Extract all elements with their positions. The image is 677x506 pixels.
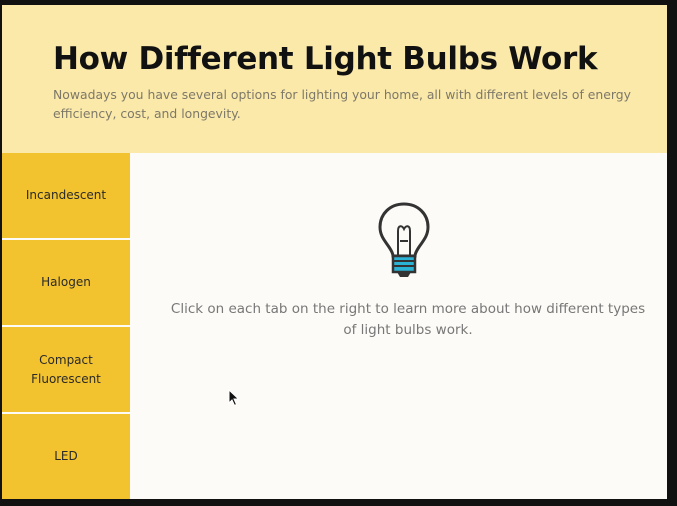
tab-halogen[interactable]: Halogen bbox=[2, 240, 130, 325]
page-title: How Different Light Bulbs Work bbox=[53, 41, 598, 77]
tab-label: Compact Fluorescent bbox=[31, 352, 101, 386]
tab-list: Incandescent Halogen Compact Fluorescent… bbox=[2, 153, 130, 499]
tab-led[interactable]: LED bbox=[2, 414, 130, 499]
tab-label: LED bbox=[54, 449, 78, 463]
tab-label: Halogen bbox=[41, 275, 91, 289]
lesson-card: How Different Light Bulbs Work Nowadays … bbox=[2, 5, 667, 499]
content-panel: Click on each tab on the right to learn … bbox=[130, 153, 667, 499]
window-frame: How Different Light Bulbs Work Nowadays … bbox=[0, 0, 677, 506]
header: How Different Light Bulbs Work Nowadays … bbox=[2, 5, 667, 153]
tab-compact-fluorescent[interactable]: Compact Fluorescent bbox=[2, 327, 130, 412]
light-bulb-icon bbox=[378, 202, 430, 277]
mouse-pointer-icon bbox=[228, 389, 240, 407]
tab-label: Incandescent bbox=[25, 188, 107, 202]
tab-incandescent[interactable]: Incandescent bbox=[2, 153, 130, 238]
page-subtitle: Nowadays you have several options for li… bbox=[53, 87, 631, 121]
instruction-text: Click on each tab on the right to learn … bbox=[170, 301, 646, 338]
